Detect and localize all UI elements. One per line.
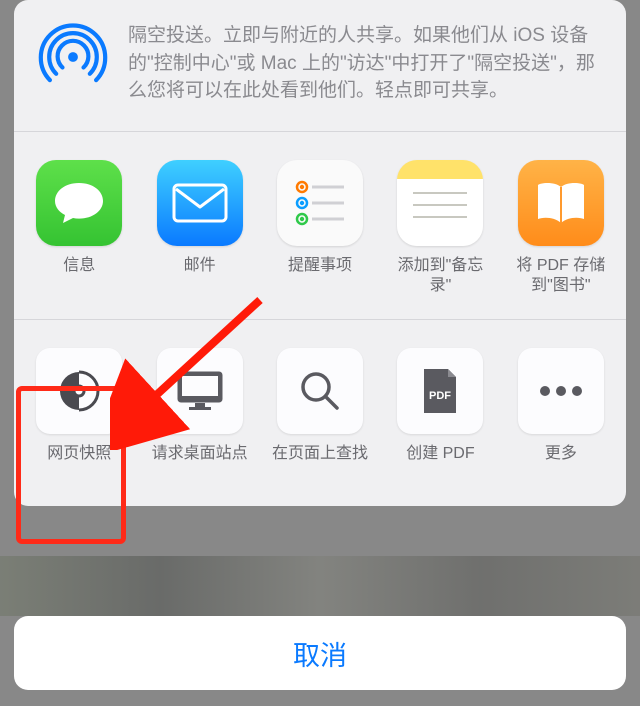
action-webpage-snapshot[interactable]: 网页快照	[28, 348, 130, 484]
action-create-pdf[interactable]: PDF 创建 PDF	[389, 348, 491, 484]
action-label: 网页快照	[47, 444, 111, 484]
mail-icon	[157, 160, 243, 246]
app-share-row: 信息 邮件 提醒事项	[14, 132, 626, 320]
desktop-icon	[157, 348, 243, 434]
app-label: 将 PDF 存储到"图书"	[510, 256, 612, 298]
app-label: 邮件	[184, 256, 216, 296]
action-label: 创建 PDF	[406, 444, 474, 484]
more-icon	[518, 348, 604, 434]
cancel-label: 取消	[293, 634, 347, 673]
background-photos	[0, 556, 640, 616]
notes-icon	[397, 160, 483, 246]
books-icon	[518, 160, 604, 246]
share-reminders[interactable]: 提醒事项	[269, 160, 371, 298]
snapshot-icon	[36, 348, 122, 434]
svg-text:PDF: PDF	[429, 390, 451, 402]
app-label: 添加到"备忘录"	[389, 256, 491, 298]
action-label: 更多	[545, 444, 577, 484]
airdrop-icon	[36, 20, 110, 94]
action-more[interactable]: 更多	[510, 348, 612, 484]
action-label: 在页面上查找	[272, 444, 368, 484]
share-messages[interactable]: 信息	[28, 160, 130, 298]
action-label: 请求桌面站点	[152, 444, 248, 484]
reminders-icon	[277, 160, 363, 246]
share-books[interactable]: 将 PDF 存储到"图书"	[510, 160, 612, 298]
action-row: 网页快照 请求桌面站点 在页面上查找 PDF 创建 PDF 更多	[14, 320, 626, 506]
share-mail[interactable]: 邮件	[148, 160, 250, 298]
search-icon	[277, 348, 363, 434]
airdrop-section[interactable]: 隔空投送。立即与附近的人共享。如果他们从 iOS 设备的"控制中心"或 Mac …	[14, 0, 626, 131]
airdrop-description: 隔空投送。立即与附近的人共享。如果他们从 iOS 设备的"控制中心"或 Mac …	[128, 20, 604, 105]
cancel-button[interactable]: 取消	[14, 616, 626, 690]
messages-icon	[36, 160, 122, 246]
pdf-icon: PDF	[397, 348, 483, 434]
app-label: 提醒事项	[288, 256, 352, 296]
share-notes[interactable]: 添加到"备忘录"	[389, 160, 491, 298]
action-request-desktop[interactable]: 请求桌面站点	[148, 348, 250, 484]
app-label: 信息	[63, 256, 95, 296]
action-find-on-page[interactable]: 在页面上查找	[269, 348, 371, 484]
share-sheet: 隔空投送。立即与附近的人共享。如果他们从 iOS 设备的"控制中心"或 Mac …	[14, 0, 626, 506]
